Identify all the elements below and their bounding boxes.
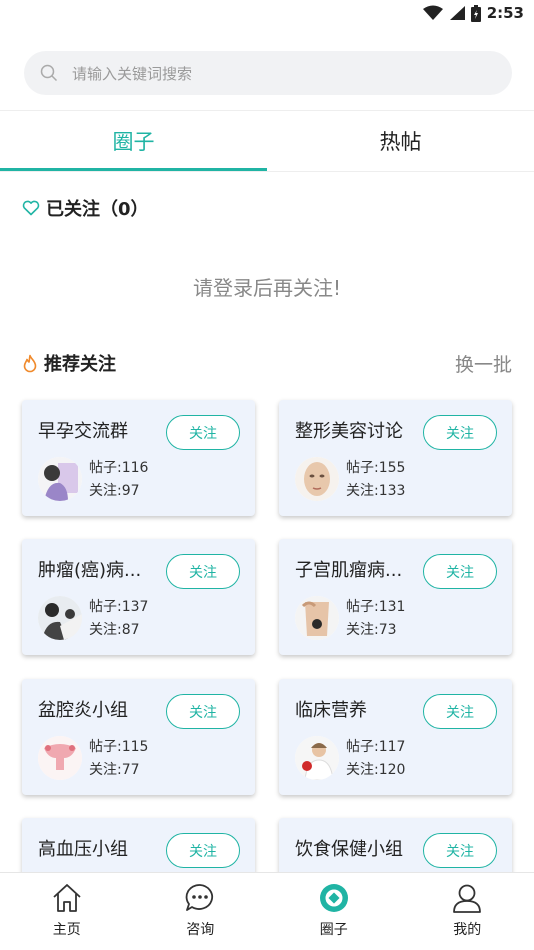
flame-icon <box>23 354 37 372</box>
refresh-button[interactable]: 换一批 <box>455 350 512 377</box>
search-bar[interactable]: 请输入关键词搜索 <box>24 51 512 95</box>
patient-care-image <box>38 596 82 640</box>
followed-title: 已关注（0） <box>46 199 149 220</box>
post-count: 帖子:116 <box>89 460 149 476</box>
circle-stats: 帖子:131 关注:73 <box>346 596 405 642</box>
follow-button[interactable]: 关注 <box>166 833 240 868</box>
follow-button[interactable]: 关注 <box>166 694 240 729</box>
circle-card[interactable]: 早孕交流群 关注 帖子:116 关注:97 <box>22 400 255 516</box>
recommend-title: 推荐关注 <box>44 354 116 375</box>
nav-circles[interactable]: 圈子 <box>267 873 401 950</box>
nav-home[interactable]: 主页 <box>0 873 134 950</box>
post-count: 帖子:115 <box>89 739 149 755</box>
follow-count: 关注:87 <box>89 622 140 638</box>
signal-icon <box>449 6 465 20</box>
wifi-icon <box>422 5 443 20</box>
circle-stats: 帖子:116 关注:97 <box>89 457 148 503</box>
followed-header: 已关注（0） <box>22 195 149 221</box>
bottom-nav: 主页 咨询 圈子 我的 <box>0 872 534 950</box>
pregnant-woman-image <box>38 457 82 501</box>
nav-me[interactable]: 我的 <box>401 873 534 950</box>
nav-label: 圈子 <box>319 922 348 938</box>
abdomen-image <box>295 596 339 640</box>
circle-stats: 帖子:117 关注:120 <box>346 736 405 782</box>
home-icon <box>53 884 81 912</box>
circle-card[interactable]: 子宫肌瘤病... 关注 帖子:131 关注:73 <box>279 539 512 655</box>
follow-button[interactable]: 关注 <box>166 415 240 450</box>
circle-name: 整形美容讨论 <box>295 421 403 442</box>
face-model-image <box>295 457 339 501</box>
nav-label: 咨询 <box>186 922 215 938</box>
tab-bar: 圈子 热帖 <box>0 111 534 171</box>
user-icon <box>453 884 482 913</box>
status-bar: 2:53 <box>0 0 534 30</box>
circle-name: 肿瘤(癌)病... <box>38 560 142 581</box>
pelvis-anatomy-image <box>38 736 82 780</box>
circle-name: 临床营养 <box>295 700 367 721</box>
follow-count: 关注:120 <box>346 762 406 778</box>
circle-stats: 帖子:137 关注:87 <box>89 596 148 642</box>
circle-name: 子宫肌瘤病... <box>295 560 403 581</box>
circle-stats: 帖子:155 关注:133 <box>346 457 405 503</box>
status-icons: 2:53 <box>422 4 524 22</box>
battery-icon <box>470 4 481 22</box>
circle-card[interactable]: 整形美容讨论 关注 帖子:155 关注:133 <box>279 400 512 516</box>
status-time: 2:53 <box>486 4 524 22</box>
circle-name: 早孕交流群 <box>38 421 128 442</box>
post-count: 帖子:137 <box>89 599 149 615</box>
follow-button[interactable]: 关注 <box>166 554 240 589</box>
chat-bubble-icon <box>185 884 214 911</box>
follow-count: 关注:97 <box>89 483 140 499</box>
nav-label: 我的 <box>453 922 482 938</box>
nav-label: 主页 <box>52 922 81 938</box>
heart-outline-icon <box>22 200 40 216</box>
recommend-header: 推荐关注 <box>22 350 116 376</box>
follow-button[interactable]: 关注 <box>423 415 497 450</box>
nurse-apple-image <box>295 736 339 780</box>
follow-button[interactable]: 关注 <box>423 554 497 589</box>
search-input[interactable]: 请输入关键词搜索 <box>72 63 192 84</box>
tab-hot-posts[interactable]: 热帖 <box>267 111 534 171</box>
follow-count: 关注:133 <box>346 483 406 499</box>
circle-stats: 帖子:115 关注:77 <box>89 736 148 782</box>
post-count: 帖子:131 <box>346 599 406 615</box>
follow-count: 关注:77 <box>89 762 140 778</box>
login-hint[interactable]: 请登录后再关注! <box>0 272 534 301</box>
circle-card[interactable]: 盆腔炎小组 关注 帖子:115 关注:77 <box>22 679 255 795</box>
post-count: 帖子:117 <box>346 739 406 755</box>
circle-name: 高血压小组 <box>38 839 128 860</box>
follow-count: 关注:73 <box>346 622 397 638</box>
circle-name: 饮食保健小组 <box>295 839 403 860</box>
follow-button[interactable]: 关注 <box>423 833 497 868</box>
circle-card[interactable]: 临床营养 关注 帖子:117 关注:120 <box>279 679 512 795</box>
divider <box>0 171 534 172</box>
circle-logo-icon <box>319 884 348 912</box>
follow-button[interactable]: 关注 <box>423 694 497 729</box>
search-icon <box>40 64 58 82</box>
circle-card[interactable]: 肿瘤(癌)病... 关注 帖子:137 关注:87 <box>22 539 255 655</box>
post-count: 帖子:155 <box>346 460 406 476</box>
circle-name: 盆腔炎小组 <box>38 700 128 721</box>
nav-consult[interactable]: 咨询 <box>134 873 268 950</box>
tab-circles[interactable]: 圈子 <box>0 111 267 171</box>
